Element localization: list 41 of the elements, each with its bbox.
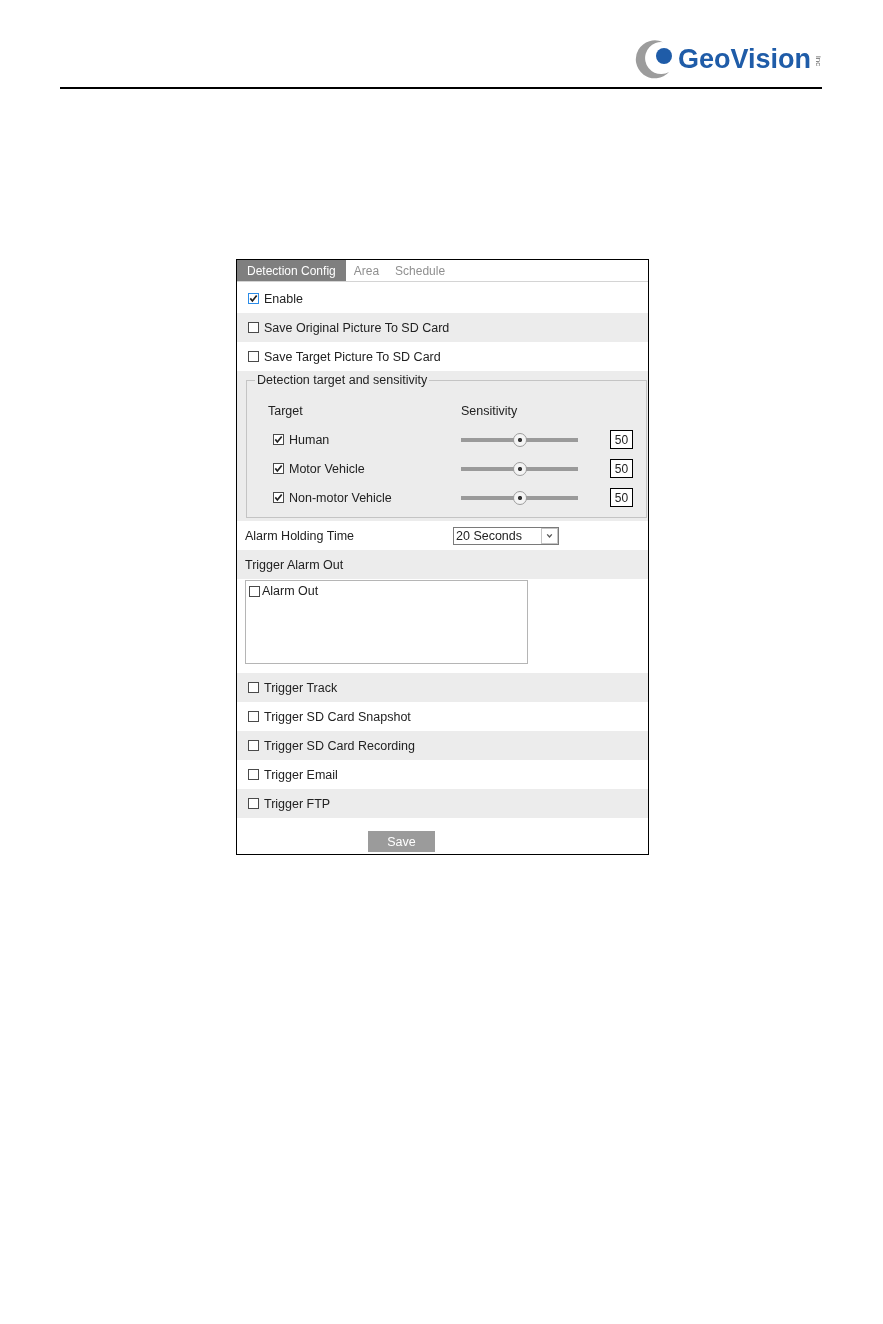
checkbox-label: Motor Vehicle [289, 461, 365, 476]
checkbox-label: Alarm Out [262, 584, 319, 598]
checkbox[interactable] [273, 434, 284, 445]
checkbox[interactable] [248, 682, 259, 693]
checkbox-label: Trigger SD Card Recording [264, 738, 415, 753]
checkbox-label: Human [289, 432, 330, 447]
slider-thumb[interactable] [512, 490, 527, 505]
sensitivity-input[interactable]: 50 [610, 488, 633, 507]
checkbox[interactable] [248, 711, 259, 722]
checkbox-label: Trigger Track [264, 680, 338, 695]
checkbox[interactable] [248, 740, 259, 751]
dropdown[interactable]: 20 Seconds [453, 526, 559, 545]
logo-suffix: inc [814, 55, 822, 67]
section-label: Trigger Alarm Out [245, 557, 344, 572]
checkbox[interactable] [248, 769, 259, 780]
checkbox-label: Enable [264, 291, 303, 306]
checkbox[interactable] [249, 585, 260, 597]
checkbox-label: Save Original Picture To SD Card [264, 320, 450, 335]
checkbox[interactable] [248, 798, 259, 809]
group-legend: Detection target and sensitivity [255, 373, 430, 388]
checkbox-label: Trigger FTP [264, 796, 331, 811]
column-header: Target [268, 403, 304, 418]
slider-thumb[interactable] [512, 432, 527, 447]
tab[interactable]: Detection Config [237, 260, 346, 281]
logo-text: GeoVision [677, 44, 811, 74]
chevron-down-icon [541, 527, 558, 544]
sensitivity-input[interactable]: 50 [610, 459, 633, 478]
sensitivity-input[interactable]: 50 [610, 430, 633, 449]
checkbox[interactable] [248, 351, 259, 362]
checkbox-label: Save Target Picture To SD Card [264, 349, 441, 364]
checkbox-label: Trigger Email [264, 767, 338, 782]
checkbox[interactable] [248, 293, 259, 304]
checkbox-label: Non-motor Vehicle [289, 490, 392, 505]
checkbox[interactable] [273, 492, 284, 503]
checkbox[interactable] [273, 463, 284, 474]
checkbox[interactable] [248, 322, 259, 333]
field-label: Alarm Holding Time [245, 528, 356, 543]
checkbox-label: Trigger SD Card Snapshot [264, 709, 411, 724]
alarm-out-list[interactable]: Alarm Out [245, 580, 528, 664]
slider-thumb[interactable] [512, 461, 527, 476]
column-header: Sensitivity [461, 403, 519, 418]
